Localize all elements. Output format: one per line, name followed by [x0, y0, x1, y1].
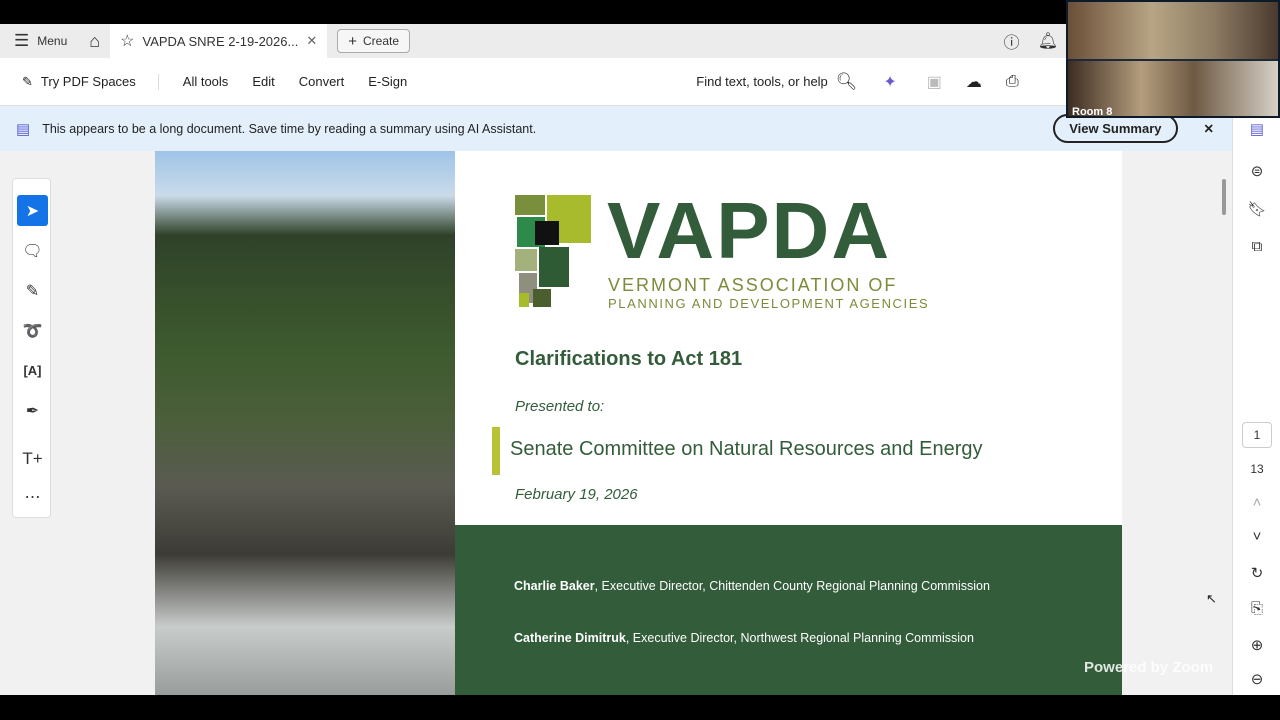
select-cursor-icon[interactable]: ➤ [17, 195, 48, 226]
ai-summary-banner: ▤ This appears to be a long document. Sa… [0, 106, 1232, 151]
total-pages: 13 [1250, 462, 1264, 476]
mouse-cursor: ↖ [1206, 591, 1217, 606]
star-icon[interactable]: ☆ [120, 31, 134, 51]
more-tools-icon[interactable]: ⋯ [17, 481, 48, 512]
all-tools-menu[interactable]: All tools [183, 74, 229, 89]
close-tab-icon[interactable]: ✕ [306, 33, 317, 49]
tab-document[interactable]: ☆ VAPDA SNRE 2-19-2026... ✕ [110, 24, 328, 58]
try-pdf-spaces-button[interactable]: ✎ Try PDF Spaces [22, 73, 159, 90]
document-title: Clarifications to Act 181 [515, 348, 743, 370]
add-text-icon[interactable]: T+ [17, 443, 48, 474]
create-button[interactable]: + Create [337, 29, 411, 53]
plus-icon: + [348, 32, 358, 50]
video-call-overlay[interactable]: Room 8 [1066, 0, 1280, 118]
accent-bar [492, 427, 500, 475]
presentation-date: February 19, 2026 [515, 486, 638, 503]
bell-icon[interactable]: 🔔︎ [1038, 31, 1058, 51]
presenter-1: Charlie Baker, Executive Director, Chitt… [514, 579, 990, 593]
logo-line1: VERMONT ASSOCIATION OF [608, 275, 898, 295]
hamburger-icon: ☰ [14, 31, 30, 50]
current-page-input[interactable]: 1 [1242, 422, 1272, 448]
lasso-draw-icon[interactable]: ➰ [17, 315, 48, 346]
waterfall-photo [155, 151, 455, 695]
edit-menu[interactable]: Edit [252, 74, 274, 89]
zoom-in-icon[interactable]: ⊕ [1233, 636, 1280, 654]
video-feed-1 [1068, 2, 1278, 59]
pdf-page: VAPDA VERMONT ASSOCIATION OF PLANNING AN… [155, 151, 1122, 695]
save-icon[interactable]: ▣ [927, 72, 942, 92]
vermont-map-logo-icon [515, 195, 591, 307]
ai-assistant-panel-icon[interactable]: ▤ [1233, 120, 1280, 138]
search-icon[interactable]: 🔍︎ [836, 72, 858, 92]
zoom-out-icon[interactable]: ⊖ [1233, 670, 1280, 688]
document-viewer: VAPDA VERMONT ASSOCIATION OF PLANNING AN… [0, 151, 1232, 695]
bookmarks-icon[interactable]: 🔖︎ [1233, 200, 1280, 218]
right-sidebar: ▤ ⊜ 🔖︎ ⧉ 1 13 ˄ ˅ ↻ ⎘ ⊕ ⊖ [1232, 106, 1280, 695]
convert-menu[interactable]: Convert [299, 74, 345, 89]
fill-sign-icon[interactable]: ✒ [17, 395, 48, 426]
rotate-icon[interactable]: ↻ [1233, 564, 1280, 582]
upload-cloud-icon[interactable]: ☁ [966, 72, 982, 92]
comments-panel-icon[interactable]: ⊜ [1233, 162, 1280, 180]
pages-thumbnails-icon[interactable]: ⧉ [1233, 238, 1280, 255]
text-recognition-icon[interactable]: [A] [17, 355, 48, 386]
previous-page-icon[interactable]: ˄ [1233, 494, 1280, 511]
room-label: Room 8 [1072, 106, 1113, 118]
ai-summary-icon: ▤ [16, 120, 31, 138]
help-icon[interactable]: ⓘ [1004, 29, 1020, 53]
quick-tools-panel: ➤ 🗨︎ ✎ ➰ [A] ✒ T+ ⋯ [12, 178, 51, 518]
close-banner-icon[interactable]: ✕ [1204, 121, 1214, 136]
spaces-icon: ✎ [22, 73, 33, 89]
vertical-scrollbar[interactable] [1222, 179, 1226, 215]
highlight-pen-icon[interactable]: ✎ [17, 275, 48, 306]
home-icon[interactable]: ⌂ [89, 24, 100, 58]
logo-line2: PLANNING AND DEVELOPMENT AGENCIES [608, 296, 930, 311]
fit-page-icon[interactable]: ⎘ [1233, 600, 1280, 617]
ai-assistant-icon[interactable]: ✦ [883, 72, 896, 92]
presenter-2: Catherine Dimitruk, Executive Director, … [514, 631, 974, 645]
next-page-icon[interactable]: ˅ [1233, 528, 1280, 545]
search-field[interactable]: Find text, tools, or help [696, 74, 828, 89]
committee-name: Senate Committee on Natural Resources an… [510, 438, 983, 460]
comment-icon[interactable]: 🗨︎ [17, 235, 48, 266]
logo-wordmark: VAPDA [607, 186, 892, 275]
banner-text: This appears to be a long document. Save… [42, 121, 537, 136]
print-icon[interactable]: ⎙ [1006, 73, 1019, 91]
view-summary-button[interactable]: View Summary [1053, 114, 1178, 143]
esign-menu[interactable]: E-Sign [368, 74, 407, 89]
menu-button[interactable]: ☰ Menu [14, 24, 67, 58]
presenters-panel: Charlie Baker, Executive Director, Chitt… [455, 525, 1122, 695]
presented-label: Presented to: [515, 398, 605, 415]
zoom-watermark: Powered by Zoom [1084, 659, 1214, 676]
